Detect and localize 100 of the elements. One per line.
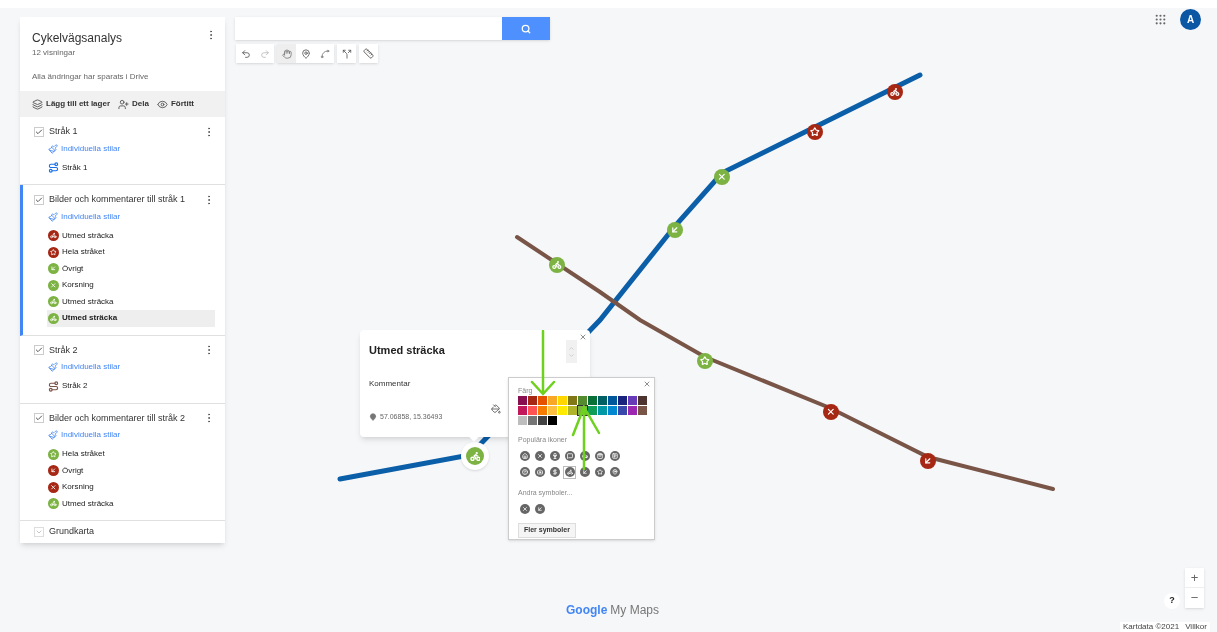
symbol-option[interactable] (533, 502, 546, 515)
style-link[interactable]: Individuella stilar (48, 142, 121, 155)
search-button[interactable] (502, 17, 550, 40)
layer-item[interactable]: Utmed sträcka (47, 293, 215, 310)
color-swatch[interactable] (618, 406, 627, 415)
layer-item[interactable]: Korsning (47, 479, 215, 496)
route-line[interactable] (515, 235, 1055, 491)
symbol-option[interactable] (548, 465, 561, 479)
chat-marker-icon (564, 451, 575, 461)
info-description: Kommentar (369, 377, 412, 390)
map-data-credit: Kartdata ©2021 (1123, 622, 1180, 632)
color-swatch[interactable] (548, 406, 557, 415)
layer-item[interactable]: Övrigt (47, 462, 215, 479)
color-swatch[interactable] (628, 396, 637, 405)
color-swatch[interactable] (638, 396, 647, 405)
color-swatch[interactable] (568, 406, 577, 415)
star-marker-icon (594, 467, 605, 477)
close-icon[interactable] (579, 333, 587, 341)
help-button[interactable]: ? (1164, 593, 1180, 609)
color-swatch[interactable] (528, 396, 537, 405)
color-swatch[interactable] (628, 406, 637, 415)
symbol-option[interactable] (563, 449, 576, 463)
annotation-arrow (530, 330, 556, 397)
bike-marker-icon (466, 447, 484, 465)
color-swatch[interactable] (548, 416, 557, 425)
action-button[interactable]: Förtitt (156, 98, 195, 110)
zoom-in-button[interactable]: + (1185, 568, 1204, 588)
layer-item[interactable]: Stråk 1 (47, 159, 215, 176)
symbol-option[interactable] (518, 449, 531, 463)
zoom-out-button[interactable]: − (1185, 588, 1204, 608)
save-status: Alla ändringar har sparats i Drive (32, 71, 150, 83)
directions-button[interactable] (337, 44, 356, 63)
paint-roller-icon (48, 362, 58, 372)
layer-checkbox[interactable] (34, 345, 44, 356)
layer-item[interactable]: Utmed sträcka (47, 310, 215, 327)
ruler-button[interactable] (359, 44, 378, 63)
color-swatch[interactable] (588, 406, 597, 415)
layer-item[interactable]: Hela stråket (47, 446, 215, 463)
color-swatch[interactable] (578, 396, 587, 405)
color-swatch[interactable] (618, 396, 627, 405)
layer-item[interactable]: Korsning (47, 277, 215, 294)
layer-checkbox[interactable] (34, 126, 44, 137)
color-swatch[interactable] (558, 406, 567, 415)
check-icon (35, 127, 43, 136)
layer-item[interactable]: Stråk 2 (47, 378, 215, 395)
color-swatch[interactable] (538, 406, 547, 415)
style-link[interactable]: Individuella stilar (48, 429, 121, 441)
color-swatch[interactable] (528, 416, 537, 425)
color-swatch[interactable] (608, 406, 617, 415)
color-swatch[interactable] (518, 406, 527, 415)
layer-title: Stråk 1 (49, 125, 79, 138)
color-swatch[interactable] (528, 406, 537, 415)
symbol-option[interactable] (533, 449, 546, 463)
symbol-option[interactable] (578, 465, 591, 479)
terms-link[interactable]: Villkor (1185, 622, 1207, 632)
color-swatch[interactable] (578, 406, 587, 415)
symbol-option[interactable] (593, 449, 606, 463)
symbol-option[interactable] (518, 465, 531, 479)
arrow-marker-icon (667, 222, 683, 239)
color-swatch[interactable] (598, 406, 607, 415)
layer-checkbox[interactable] (34, 194, 44, 205)
action-button[interactable]: Dela (118, 98, 149, 110)
expand-toggle[interactable] (34, 527, 44, 537)
hand-tool-button[interactable] (277, 44, 296, 63)
symbol-option[interactable] (593, 465, 606, 479)
action-button[interactable]: Lägg till ett lager (32, 98, 110, 110)
color-swatch[interactable] (608, 396, 617, 405)
layer-item[interactable]: Utmed sträcka (47, 227, 215, 244)
paint-roller-icon (48, 211, 58, 222)
account-avatar[interactable]: A (1180, 9, 1201, 30)
style-link[interactable]: Individuella stilar (48, 210, 121, 223)
color-swatch[interactable] (558, 396, 567, 405)
symbol-option[interactable] (608, 465, 621, 479)
symbol-option[interactable] (563, 465, 576, 479)
layer-checkbox[interactable] (34, 413, 44, 424)
style-link[interactable]: Individuella stilar (48, 361, 121, 373)
arrow-marker-icon (920, 453, 936, 470)
close-icon[interactable] (643, 380, 651, 388)
color-swatch[interactable] (588, 396, 597, 405)
color-swatch[interactable] (518, 416, 527, 425)
color-swatch[interactable] (538, 416, 547, 425)
paint-bucket-icon[interactable] (491, 404, 501, 414)
layer-item[interactable]: Utmed sträcka (47, 495, 215, 512)
search-field[interactable] (235, 17, 502, 40)
layer-item[interactable]: Övrigt (47, 260, 215, 277)
selected-marker-halo[interactable] (461, 442, 489, 470)
color-swatch[interactable] (598, 396, 607, 405)
symbol-option[interactable] (608, 449, 621, 463)
color-swatch[interactable] (518, 396, 527, 405)
apps-icon[interactable] (1154, 13, 1167, 26)
color-swatch[interactable] (538, 396, 547, 405)
symbol-option[interactable] (533, 465, 546, 479)
color-swatch[interactable] (548, 396, 557, 405)
symbol-option[interactable] (518, 502, 531, 515)
layer-title: Bilder och kommentarer till stråk 1 (49, 193, 187, 206)
color-swatch[interactable] (568, 396, 577, 405)
layer-item[interactable]: Hela stråket (47, 244, 215, 261)
color-swatch[interactable] (638, 406, 647, 415)
check-icon (35, 195, 43, 204)
symbol-option[interactable] (548, 449, 561, 463)
